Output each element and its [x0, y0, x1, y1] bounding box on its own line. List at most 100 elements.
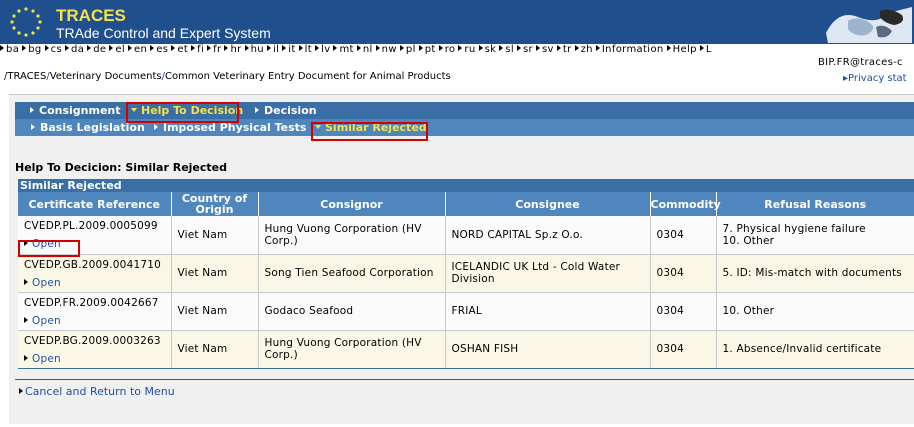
language-link-lv[interactable]: lv: [315, 44, 330, 55]
arrow-right-icon: [315, 45, 320, 51]
arrow-right-icon: [298, 45, 303, 51]
language-link-pt[interactable]: pt: [418, 44, 436, 55]
page-heading: Help To Decicion: Similar Rejected: [15, 161, 228, 174]
cell-certificate-reference: CVEDP.GB.2009.0041710 Open: [18, 254, 172, 293]
arrow-right-icon: [516, 45, 521, 51]
language-link-tr[interactable]: tr: [556, 44, 572, 55]
language-link-it[interactable]: it: [282, 44, 295, 55]
language-link-ru[interactable]: ru: [458, 44, 475, 55]
cell-consignee: OSHAN FISH: [445, 330, 651, 369]
brand-subtitle: TRAde Control and Expert System: [56, 25, 271, 41]
language-link-ba[interactable]: ba: [0, 44, 19, 55]
cell-consignor: Song Tien Seafood Corporation: [258, 254, 446, 293]
language-link-de[interactable]: de: [87, 44, 106, 55]
cell-certificate-reference: CVEDP.FR.2009.0042667 Open: [18, 292, 172, 331]
arrow-right-icon: [438, 45, 443, 51]
language-link-fr[interactable]: fr: [207, 44, 221, 55]
brand-title: TRACES: [56, 6, 126, 25]
arrow-right-icon: [154, 124, 158, 130]
arrow-right-icon: [24, 278, 28, 285]
arrow-right-icon: [478, 45, 483, 51]
main-panel: Consignment Help To Decision Decision Ba…: [9, 94, 914, 424]
arrow-right-icon: [19, 388, 23, 394]
highlight-box-help-to-decision: [126, 102, 239, 123]
arrow-right-icon: [418, 45, 423, 51]
cell-country: Viet Nam: [171, 216, 259, 255]
col-country-of-origin: Country of Origin: [171, 192, 259, 216]
language-link-il[interactable]: il: [266, 44, 279, 55]
arrow-right-icon: [556, 45, 561, 51]
col-refusal-reasons: Refusal Reasons: [716, 192, 914, 216]
cell-country: Viet Nam: [171, 254, 259, 293]
table-title: Similar Rejected: [18, 179, 914, 192]
language-link-es[interactable]: es: [150, 44, 168, 55]
language-link-bg[interactable]: bg: [22, 44, 41, 55]
cancel-return-link[interactable]: Cancel and Return to Menu: [19, 385, 175, 398]
language-link-nl[interactable]: nl: [356, 44, 373, 55]
col-certificate-reference: Certificate Reference: [18, 192, 172, 216]
language-link-information[interactable]: Information: [595, 44, 664, 55]
arrow-right-icon: [595, 45, 600, 51]
language-link-l[interactable]: L: [699, 44, 712, 55]
similar-rejected-table: Similar Rejected Certificate Reference C…: [18, 179, 914, 369]
language-link-sl[interactable]: sl: [499, 44, 514, 55]
arrow-right-icon: [171, 45, 176, 51]
language-link-pl[interactable]: pl: [399, 44, 416, 55]
arrow-right-icon: [31, 124, 35, 130]
arrow-right-icon: [536, 45, 540, 51]
cell-commodity: 0304: [650, 216, 717, 255]
cell-consignor: Hung Vuong Corporation (HV Corp.): [258, 330, 446, 369]
arrow-right-icon: [356, 45, 361, 51]
world-map-image: [818, 3, 914, 43]
arrow-right-icon: [0, 45, 4, 51]
eu-stars-logo: [10, 7, 42, 37]
cell-commodity: 0304: [650, 330, 717, 369]
open-link[interactable]: Open: [24, 353, 171, 365]
language-link-el[interactable]: el: [109, 44, 125, 55]
open-link[interactable]: Open: [24, 277, 171, 289]
divider: [15, 379, 914, 380]
language-link-mt[interactable]: mt: [333, 44, 353, 55]
arrow-right-icon: [109, 45, 114, 51]
language-link-da[interactable]: da: [65, 44, 84, 55]
arrow-right-icon: [282, 45, 287, 51]
arrow-right-icon: [266, 45, 271, 51]
arrow-right-icon: [255, 107, 259, 113]
language-link-hu[interactable]: hu: [244, 44, 264, 55]
language-link-sr[interactable]: sr: [516, 44, 533, 55]
header-banner: TRACES TRAde Control and Expert System: [0, 0, 914, 44]
breadcrumb-section[interactable]: Veterinary Documents: [50, 71, 162, 82]
cell-consignor: Hung Vuong Corporation (HV Corp.): [258, 216, 446, 255]
language-link-sv[interactable]: sv: [536, 44, 554, 55]
highlight-box-open: [18, 240, 80, 257]
arrow-right-icon: [150, 45, 155, 51]
language-link-help[interactable]: Help: [666, 44, 697, 55]
table-row: CVEDP.BG.2009.0003263 Open Viet Nam Hung Vu…: [18, 330, 914, 369]
language-link-ro[interactable]: ro: [438, 44, 456, 55]
tab-consignment[interactable]: Consignment: [30, 102, 121, 119]
language-link-sk[interactable]: sk: [478, 44, 497, 55]
arrow-right-icon: [128, 45, 133, 51]
open-link[interactable]: Open: [24, 315, 171, 327]
language-link-hr[interactable]: hr: [224, 44, 241, 55]
arrow-right-icon: [30, 107, 34, 113]
col-consignee: Consignee: [445, 192, 651, 216]
arrow-right-icon: [22, 45, 27, 51]
arrow-right-icon: [333, 45, 338, 51]
language-link-zh[interactable]: zh: [574, 44, 593, 55]
language-link-lt[interactable]: lt: [298, 44, 312, 55]
arrow-right-icon: [399, 45, 404, 51]
arrow-right-icon: [87, 45, 92, 51]
tab-decision[interactable]: Decision: [255, 102, 317, 119]
privacy-link[interactable]: ▸Privacy stat: [843, 73, 907, 84]
breadcrumb-root[interactable]: /TRACES: [4, 71, 46, 82]
language-link-fi[interactable]: fi: [191, 44, 204, 55]
arrow-right-icon: [24, 316, 28, 323]
language-link-en[interactable]: en: [128, 44, 147, 55]
language-link-et[interactable]: et: [171, 44, 188, 55]
language-link-cs[interactable]: cs: [44, 44, 62, 55]
language-link-nw[interactable]: nw: [375, 44, 397, 55]
cell-consignor: Godaco Seafood: [258, 292, 446, 331]
cell-certificate-reference: CVEDP.BG.2009.0003263 Open: [18, 330, 172, 369]
col-commodity: Commodity: [650, 192, 721, 216]
